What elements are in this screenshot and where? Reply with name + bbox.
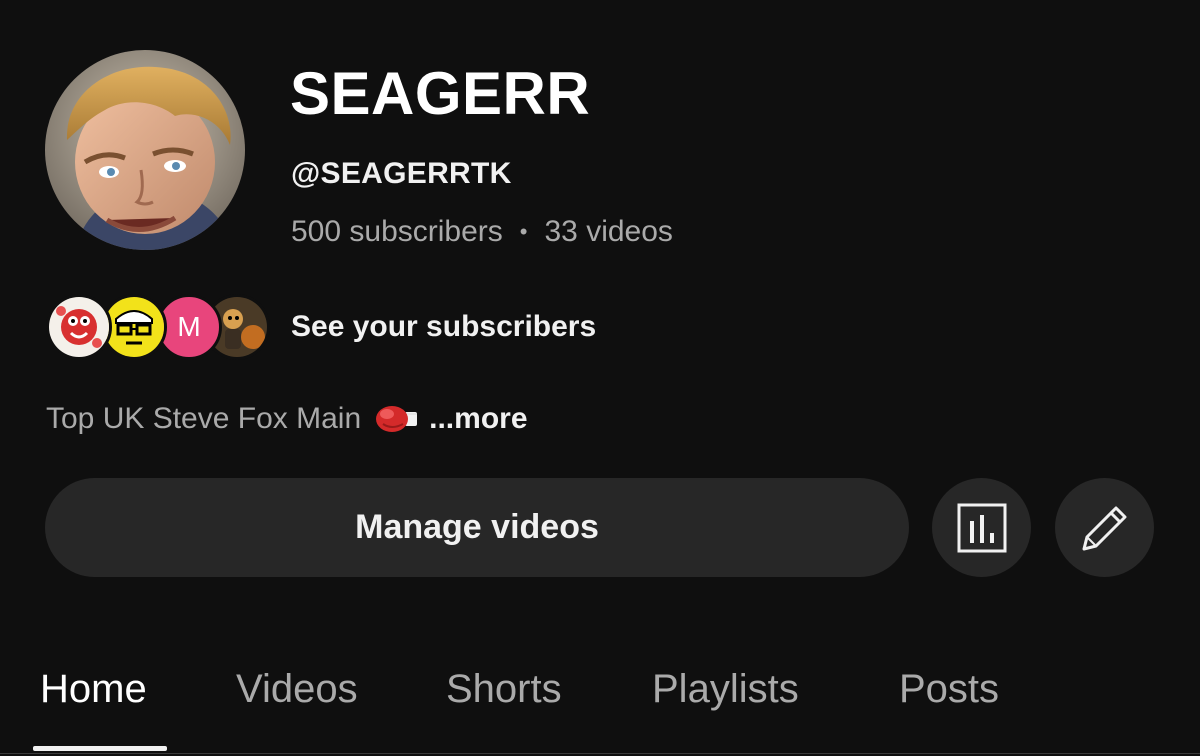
tabs-divider bbox=[0, 753, 1200, 754]
video-count: 33 videos bbox=[544, 215, 673, 248]
analytics-icon bbox=[957, 503, 1006, 552]
channel-tabs: Home Videos Shorts Playlists Posts bbox=[0, 650, 1200, 756]
tab-playlists[interactable]: Playlists bbox=[652, 665, 799, 713]
analytics-button[interactable] bbox=[932, 478, 1031, 577]
more-link[interactable]: ...more bbox=[429, 401, 527, 437]
description-text: Top UK Steve Fox Main bbox=[46, 402, 362, 435]
channel-avatar[interactable] bbox=[45, 50, 245, 250]
tab-videos[interactable]: Videos bbox=[236, 665, 358, 713]
channel-stats: 500 subscribers • 33 videos bbox=[291, 214, 673, 250]
channel-handle: @SEAGERRTK bbox=[291, 157, 512, 190]
profile-avatar-image bbox=[45, 50, 245, 250]
subscriber-count: 500 subscribers bbox=[291, 215, 503, 248]
manage-videos-button[interactable]: Manage videos bbox=[45, 478, 909, 577]
tab-shorts[interactable]: Shorts bbox=[446, 665, 562, 713]
tab-posts[interactable]: Posts bbox=[899, 665, 999, 713]
see-subscribers-link[interactable]: See your subscribers bbox=[291, 309, 596, 345]
subscribers-preview[interactable]: M See your subscribers bbox=[46, 292, 596, 362]
channel-description[interactable]: Top UK Steve Fox Main ...more bbox=[46, 401, 528, 437]
boxing-glove-icon bbox=[375, 404, 419, 434]
channel-name: SEAGERR bbox=[290, 60, 591, 127]
active-tab-indicator bbox=[33, 746, 167, 751]
edit-button[interactable] bbox=[1055, 478, 1154, 577]
subscriber-avatar-mascot bbox=[46, 294, 112, 360]
pencil-icon bbox=[1082, 506, 1126, 550]
subscriber-avatars: M bbox=[46, 292, 270, 362]
tab-home[interactable]: Home bbox=[40, 665, 147, 713]
stats-separator: • bbox=[519, 219, 528, 244]
